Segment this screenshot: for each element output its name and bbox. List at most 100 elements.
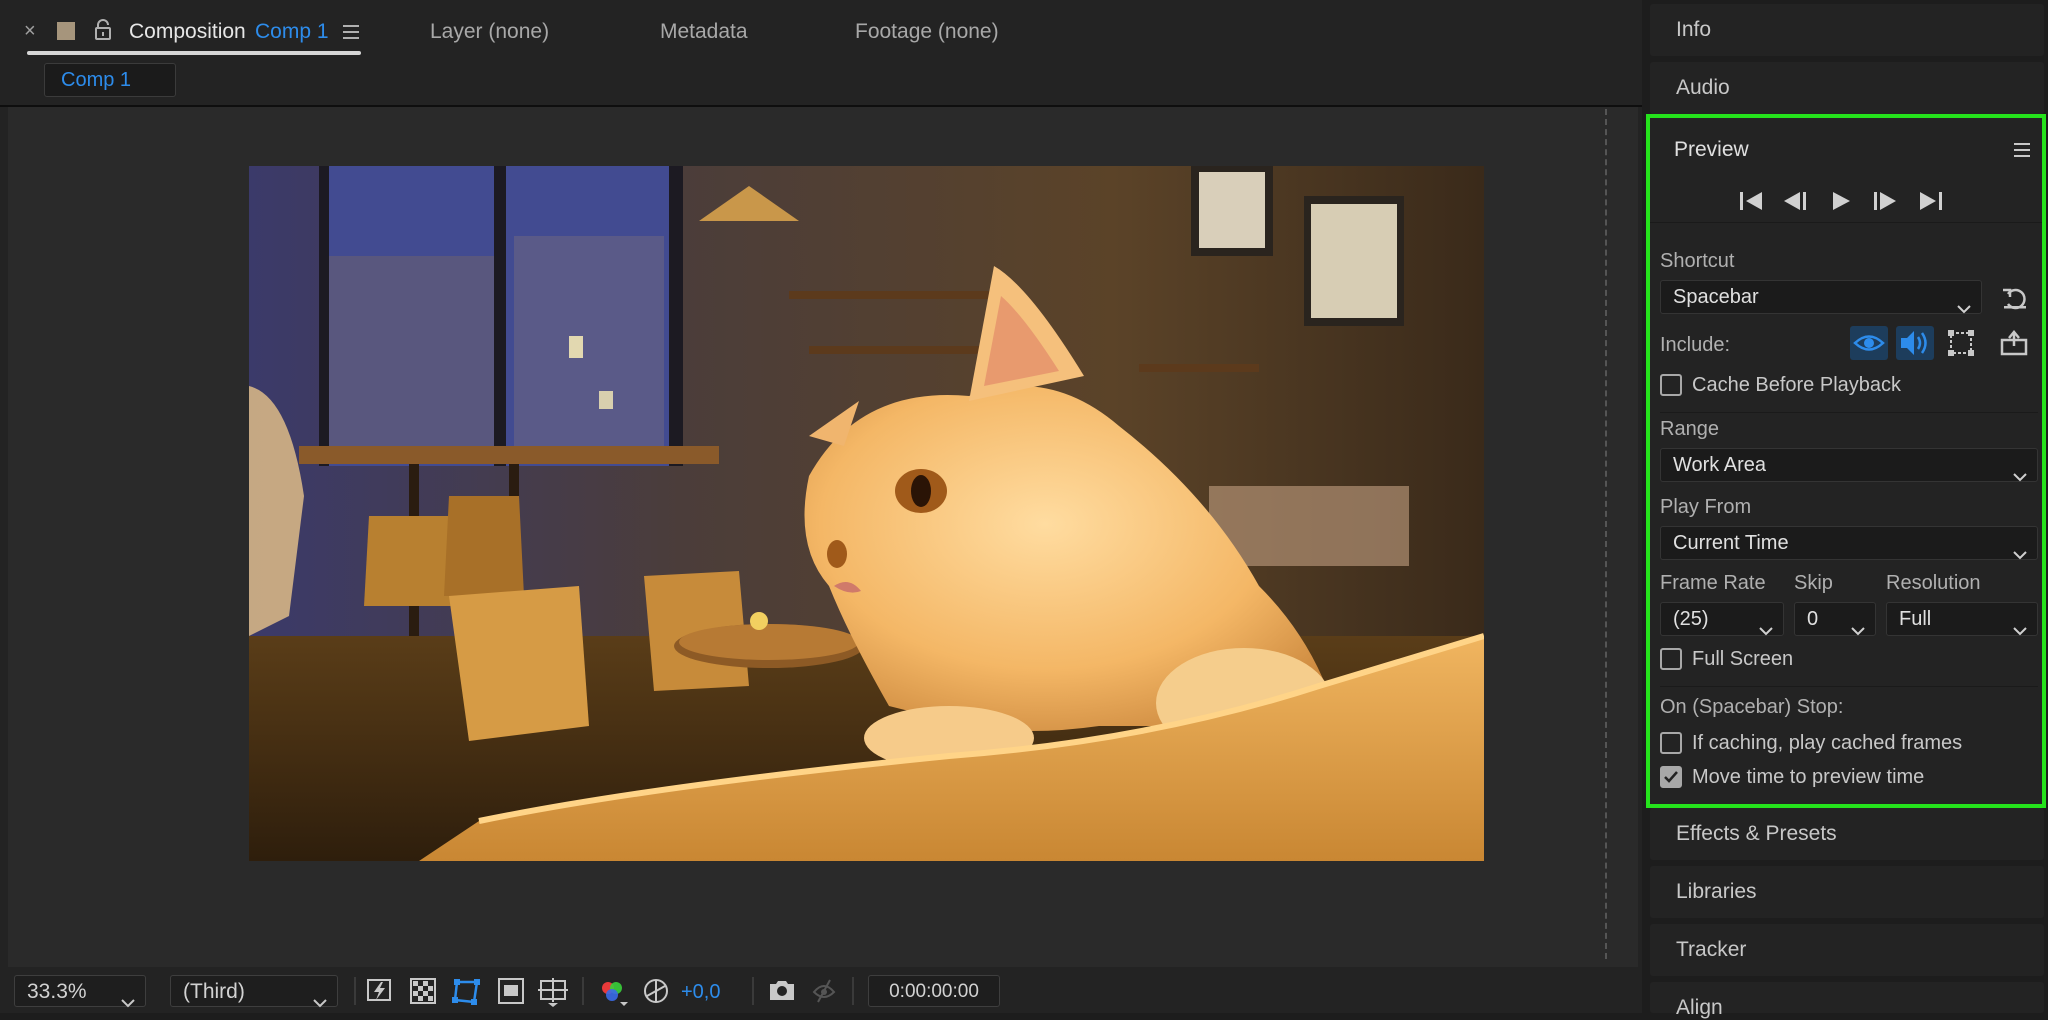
shortcut-label: Shortcut [1660, 250, 1735, 272]
active-tab-underline [27, 51, 361, 55]
play-from-label: Play From [1660, 496, 1752, 518]
cat-cafe-illustration [249, 166, 1484, 861]
toolbar-separator [852, 977, 854, 1005]
skip-value: 0 [1807, 608, 1819, 630]
tab-layer[interactable]: Layer (none) [430, 20, 549, 44]
shortcut-value: Spacebar [1673, 286, 1759, 308]
safe-margins-icon[interactable] [538, 978, 568, 1013]
cache-before-playback-checkbox[interactable] [1660, 374, 1682, 396]
panel-menu-icon[interactable] [2014, 143, 2030, 162]
move-time-label: Move time to preview time [1692, 766, 1925, 788]
range-value: Work Area [1673, 454, 1766, 476]
show-snapshot-icon[interactable] [810, 978, 838, 1009]
chevron-down-icon [1747, 614, 1773, 646]
chevron-down-icon [2001, 460, 2027, 492]
region-of-interest-icon[interactable] [498, 978, 524, 1009]
full-screen-checkbox[interactable] [1660, 648, 1682, 670]
mask-path-icon[interactable] [452, 978, 482, 1011]
label-color-swatch[interactable] [57, 22, 75, 40]
panel-menu-icon[interactable] [342, 24, 360, 45]
breadcrumb-comp-1[interactable]: Comp 1 [44, 63, 176, 97]
transparency-grid-icon[interactable] [410, 978, 436, 1009]
audio-panel-header[interactable]: Audio [1650, 62, 2044, 114]
next-frame-icon[interactable] [1872, 190, 1898, 217]
color-channels-icon[interactable] [598, 978, 630, 1013]
play-icon[interactable] [1830, 190, 1852, 217]
last-frame-icon[interactable] [1918, 190, 1944, 217]
align-panel-title: Align [1676, 996, 1723, 1019]
align-panel-header[interactable]: Align [1650, 982, 2044, 1019]
lock-icon[interactable] [94, 19, 112, 46]
chevron-down-icon [2001, 538, 2027, 570]
resolution-value: (Third) [183, 980, 245, 1003]
viewer-edge-guide [1605, 109, 1607, 959]
section-divider [1660, 412, 2038, 413]
exposure-value[interactable]: +0,0 [681, 981, 720, 1004]
preview-transport-controls [1650, 182, 2042, 223]
eye-icon [1853, 335, 1885, 351]
fast-previews-icon[interactable] [366, 978, 396, 1009]
chevron-down-icon [1839, 614, 1865, 646]
move-time-checkbox[interactable] [1660, 766, 1682, 788]
if-caching-label: If caching, play cached frames [1692, 732, 1963, 754]
composition-frame-image[interactable] [249, 166, 1484, 861]
magnification-value: 33.3% [27, 980, 87, 1003]
composition-tab-bar: × Composition Comp 1 Layer (none) Metada… [0, 0, 1642, 58]
skip-label: Skip [1794, 572, 1833, 594]
if-caching-checkbox[interactable] [1660, 732, 1682, 754]
tab-metadata[interactable]: Metadata [660, 20, 748, 44]
libraries-panel-header[interactable]: Libraries [1650, 866, 2044, 918]
export-preview-icon[interactable] [2000, 330, 2030, 361]
toolbar-separator [752, 977, 754, 1005]
range-dropdown[interactable]: Work Area [1660, 448, 2038, 482]
preview-panel-title: Preview [1674, 138, 1749, 161]
tracker-panel-title: Tracker [1676, 938, 1747, 961]
chevron-down-icon [2001, 614, 2027, 646]
toolbar-separator [354, 977, 356, 1005]
play-from-value: Current Time [1673, 532, 1789, 554]
include-audio-toggle[interactable] [1896, 326, 1934, 360]
include-video-toggle[interactable] [1850, 326, 1888, 360]
effects-panel-title: Effects & Presets [1676, 822, 1837, 845]
tab-composition-label[interactable]: Composition [129, 20, 246, 44]
shortcut-dropdown[interactable]: Spacebar [1660, 280, 1982, 314]
reset-shortcut-icon[interactable] [2002, 286, 2028, 315]
snapshot-icon[interactable] [768, 978, 796, 1007]
composition-panel: × Composition Comp 1 Layer (none) Metada… [0, 0, 1642, 1013]
tracker-panel-header[interactable]: Tracker [1650, 924, 2044, 976]
frame-rate-value: (25) [1673, 608, 1709, 630]
tab-footage[interactable]: Footage (none) [855, 20, 999, 44]
cache-before-playback-label: Cache Before Playback [1692, 374, 1902, 396]
viewer-toolbar: 33.3% (Third) +0,0 0:00:00:00 [0, 969, 1642, 1013]
frame-rate-label: Frame Rate [1660, 572, 1766, 594]
resolution-dropdown[interactable]: (Third) [170, 975, 338, 1008]
skip-dropdown[interactable]: 0 [1794, 602, 1876, 636]
previous-frame-icon[interactable] [1782, 190, 1808, 217]
toolbar-separator [582, 977, 584, 1005]
frame-rate-dropdown[interactable]: (25) [1660, 602, 1784, 636]
resolution-dropdown[interactable]: Full [1886, 602, 2038, 636]
overlay-layer-controls-icon [1948, 330, 1974, 356]
tab-composition-name[interactable]: Comp 1 [255, 20, 329, 44]
include-overlays-toggle[interactable] [1942, 326, 1980, 360]
libraries-panel-title: Libraries [1676, 880, 1757, 903]
chevron-down-icon [109, 986, 135, 1018]
chevron-down-icon [301, 986, 327, 1018]
resolution-label: Resolution [1886, 572, 1981, 594]
magnification-dropdown[interactable]: 33.3% [14, 975, 146, 1008]
info-panel-title: Info [1676, 18, 1712, 41]
first-frame-icon[interactable] [1738, 190, 1764, 217]
close-tab-icon[interactable]: × [24, 20, 36, 43]
reset-exposure-icon[interactable] [643, 978, 669, 1009]
on-stop-label: On (Spacebar) Stop: [1660, 696, 1844, 718]
current-time-display[interactable]: 0:00:00:00 [868, 975, 1000, 1007]
audio-panel-title: Audio [1676, 76, 1730, 99]
play-from-dropdown[interactable]: Current Time [1660, 526, 2038, 560]
resolution-value: Full [1899, 608, 1932, 630]
speaker-icon [1901, 331, 1927, 355]
effects-panel-header[interactable]: Effects & Presets [1650, 808, 2044, 860]
composition-navigator-bar: Comp 1 [0, 58, 1642, 107]
composition-viewer[interactable] [8, 107, 1638, 967]
preview-panel: Preview Shortcut Spacebar Include: Cache… [1646, 114, 2046, 808]
info-panel-header[interactable]: Info [1650, 4, 2044, 56]
